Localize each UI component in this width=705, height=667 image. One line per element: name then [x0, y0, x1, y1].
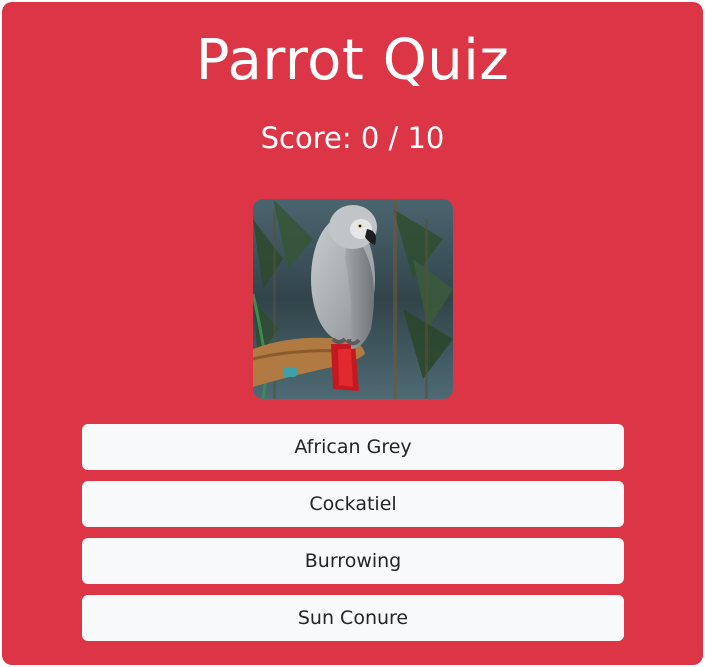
answer-options: African Grey Cockatiel Burrowing Sun Con…: [82, 424, 624, 652]
quiz-card: Parrot Quiz Score: 0 / 10 African Grey C…: [2, 2, 703, 665]
answer-option-burrowing[interactable]: Burrowing: [82, 538, 624, 584]
answer-option-sun-conure[interactable]: Sun Conure: [82, 595, 624, 641]
answer-option-african-grey[interactable]: African Grey: [82, 424, 624, 470]
quiz-title: Parrot Quiz: [195, 28, 510, 93]
answer-option-cockatiel[interactable]: Cockatiel: [82, 481, 624, 527]
score-display: Score: 0 / 10: [260, 121, 445, 155]
parrot-photo: [253, 199, 453, 399]
